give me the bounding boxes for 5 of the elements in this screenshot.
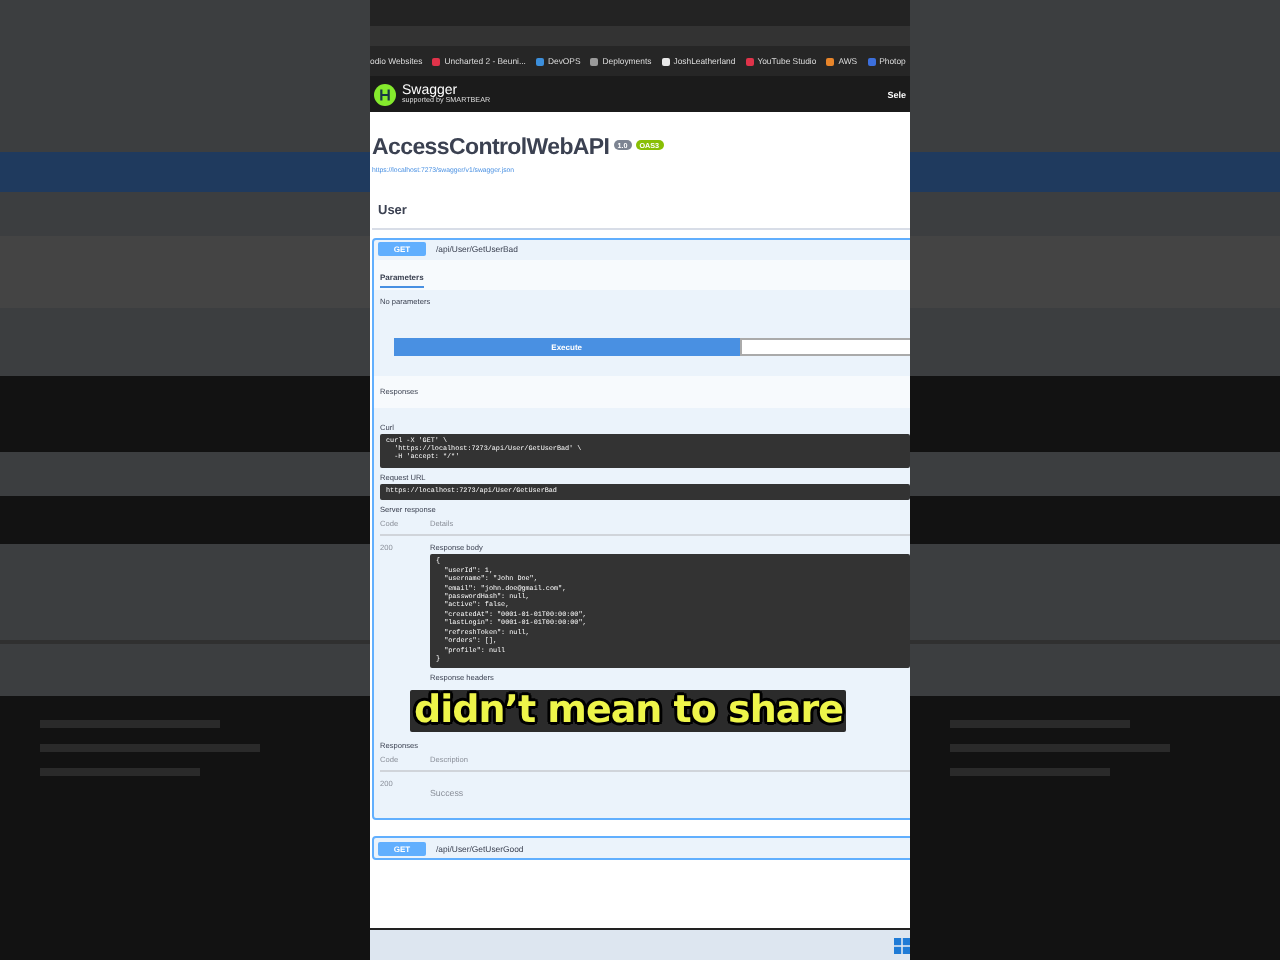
- clear-button[interactable]: [739, 337, 910, 356]
- logo-icon: [374, 83, 396, 105]
- windows-icon[interactable]: [894, 937, 910, 953]
- api-title: AccessControlWebAPI: [372, 136, 610, 162]
- video-caption: didn’t mean to share: [410, 690, 847, 732]
